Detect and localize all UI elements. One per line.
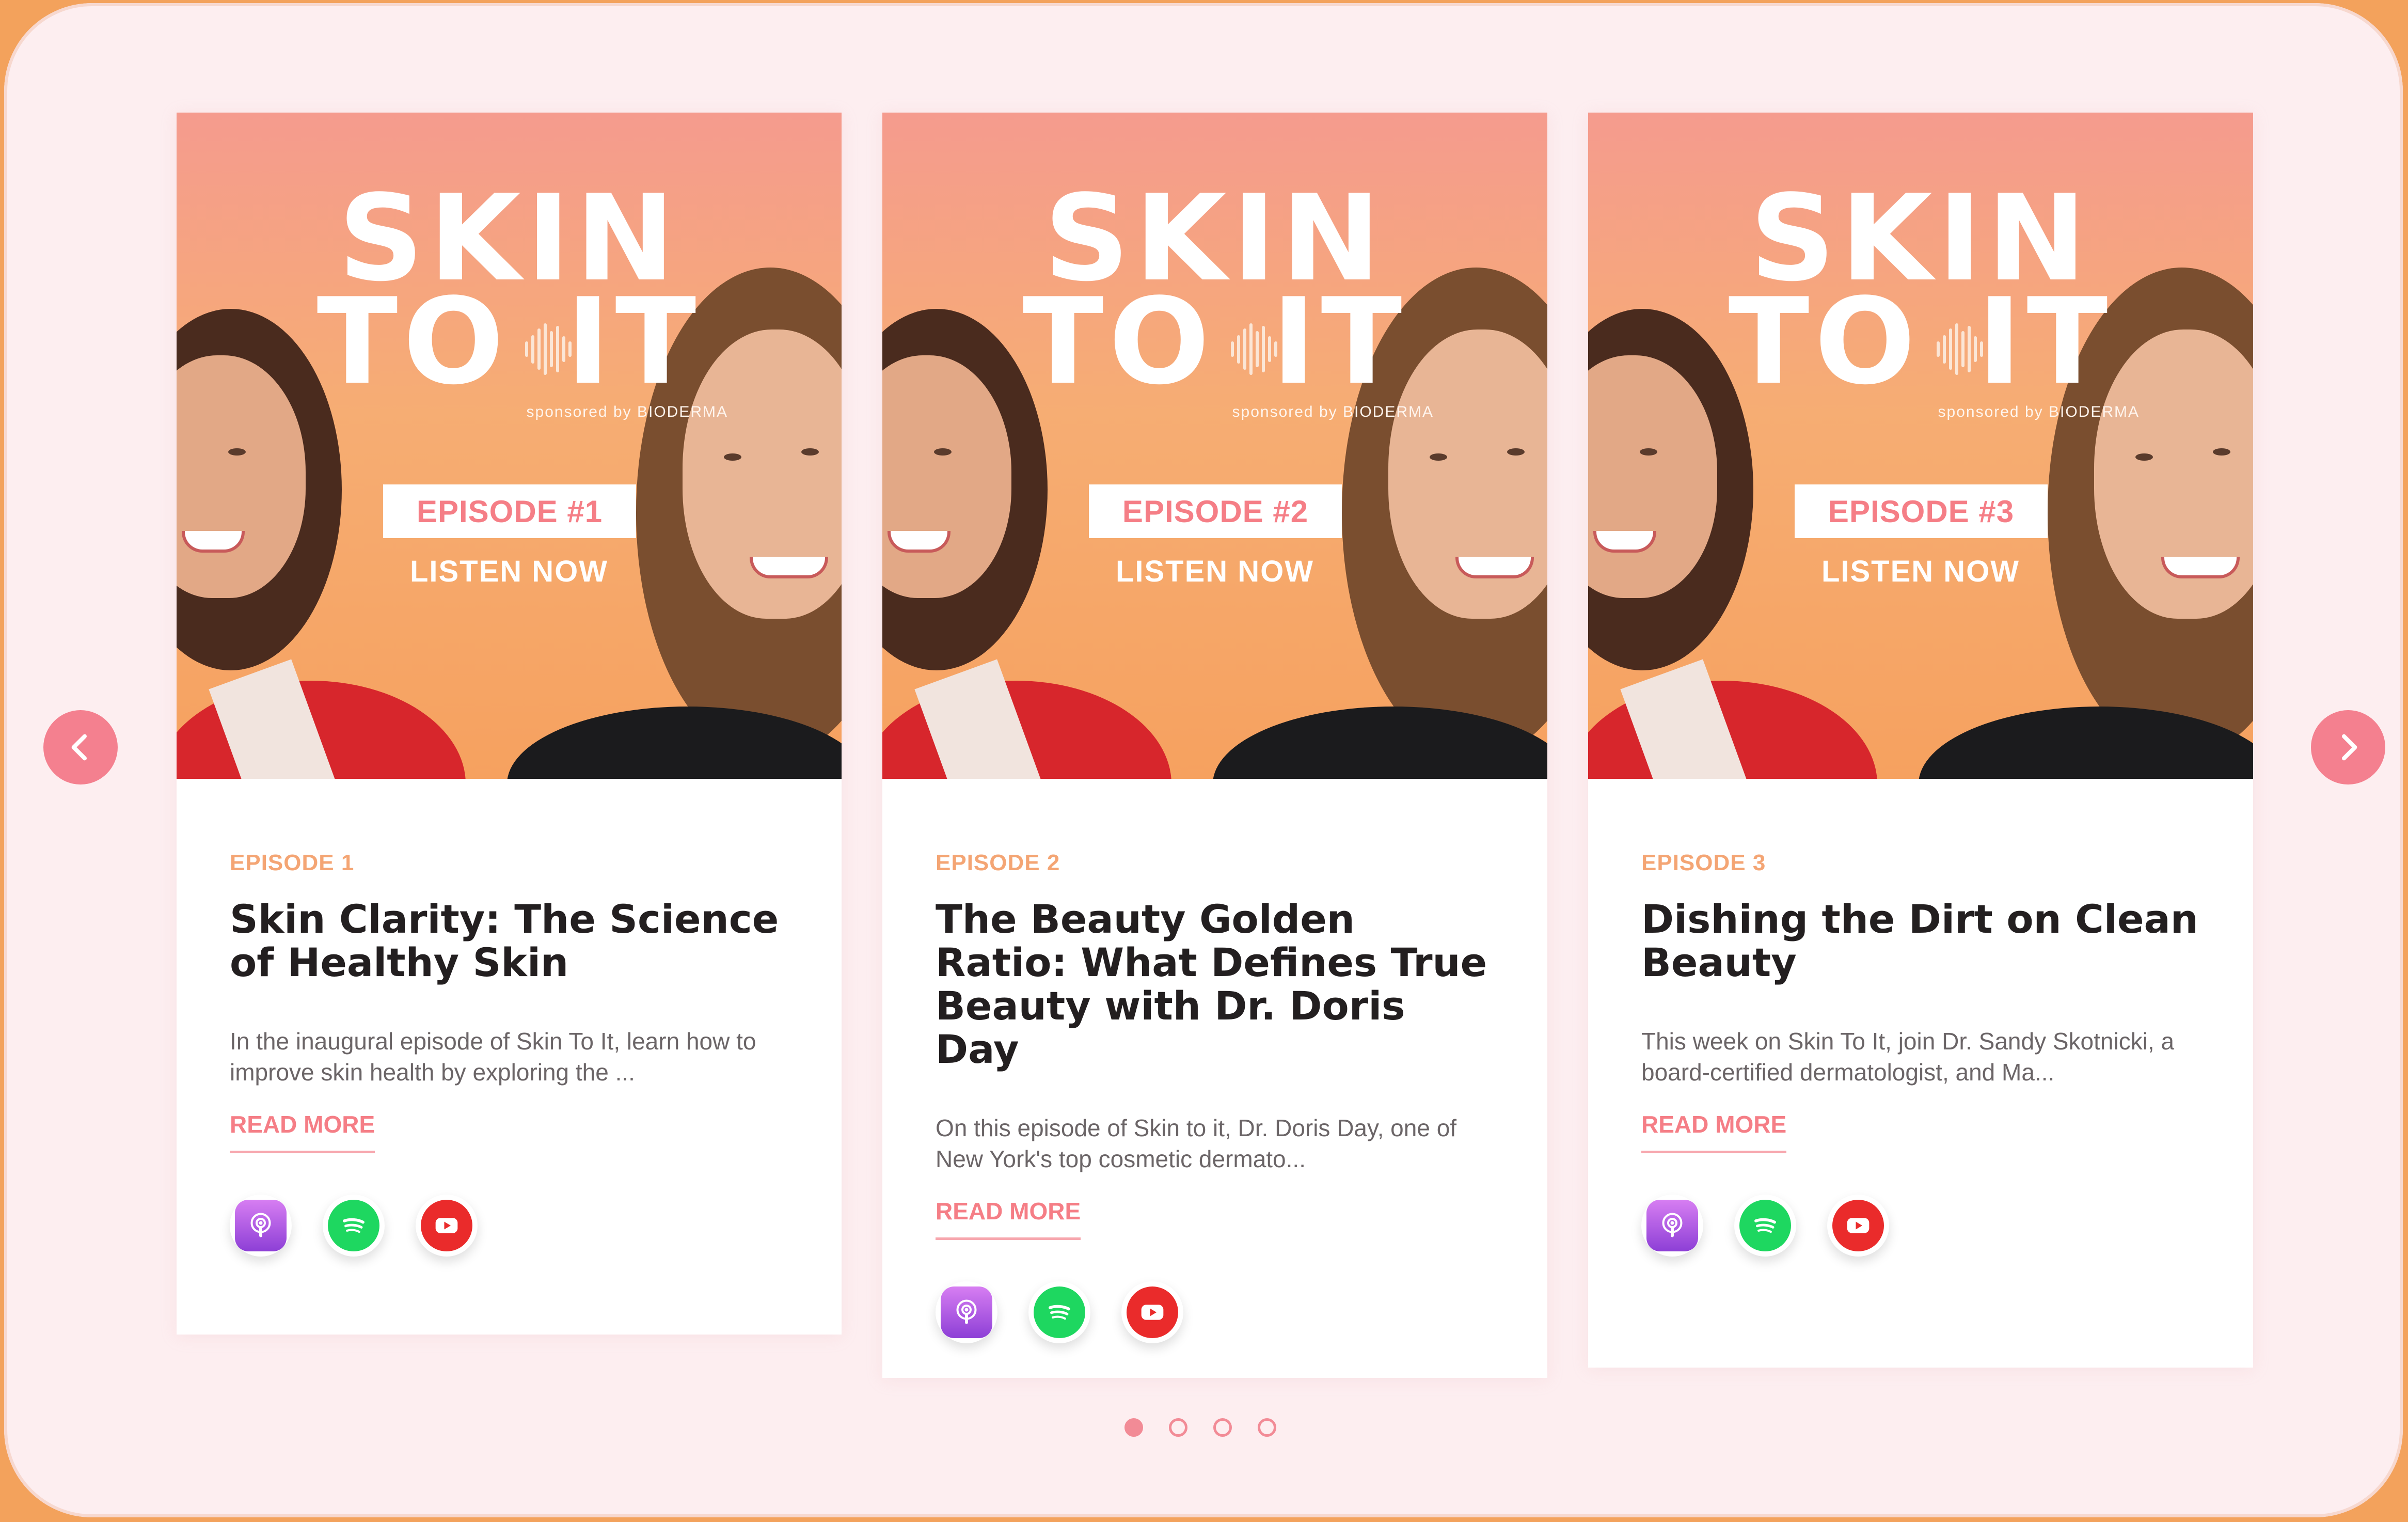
carousel-next-button[interactable]: [2311, 710, 2385, 784]
podcast-title-skin: SKIN: [1750, 170, 2092, 308]
platform-links: [1641, 1195, 2201, 1257]
episode-title[interactable]: Skin Clarity: The Science of Healthy Ski…: [230, 898, 790, 984]
apple-podcasts-icon: [250, 1213, 271, 1237]
apple-podcasts-icon: [956, 1299, 977, 1324]
spotify-icon: [343, 1218, 365, 1233]
youtube-icon: [1141, 1305, 1164, 1320]
spotify-button[interactable]: [323, 1195, 385, 1257]
episode-card[interactable]: SKIN TO IT sponsored by BIODERMA EPISODE …: [1588, 113, 2253, 1368]
chevron-right-icon: [2342, 734, 2357, 761]
spotify-button[interactable]: [1734, 1195, 1796, 1257]
listen-now-label: LISTEN NOW: [409, 555, 609, 588]
podcast-title-skin: SKIN: [1044, 170, 1386, 308]
podcast-title-to-it: TO IT: [316, 273, 702, 411]
episode-cover-image[interactable]: SKIN TO IT sponsored by BIODERMA EPISODE …: [882, 113, 1547, 779]
youtube-icon: [435, 1218, 458, 1233]
read-more-link[interactable]: READ MORE: [936, 1197, 1081, 1240]
episode-title[interactable]: Dishing the Dirt on Clean Beauty: [1641, 898, 2201, 984]
platform-links: [230, 1195, 790, 1257]
spotify-icon: [1049, 1305, 1070, 1320]
spotify-icon: [1754, 1218, 1776, 1233]
pagination-dot-3[interactable]: [1213, 1418, 1232, 1437]
episode-number: EPISODE 1: [230, 850, 355, 875]
listen-now-label: LISTEN NOW: [1115, 555, 1314, 588]
read-more-link[interactable]: READ MORE: [1641, 1110, 1787, 1153]
episode-card[interactable]: SKIN TO IT sponsored by BIODERMA EPISODE …: [882, 113, 1547, 1378]
apple-podcasts-icon: [1662, 1213, 1683, 1237]
sponsor-text: sponsored by BIODERMA: [1938, 403, 2140, 420]
sponsor-text: sponsored by BIODERMA: [526, 403, 728, 420]
episode-description: On this episode of Skin to it, Dr. Doris…: [936, 1115, 1457, 1172]
episode-cover-image[interactable]: SKIN TO IT sponsored by BIODERMA EPISODE …: [177, 113, 842, 779]
carousel-prev-button[interactable]: [43, 710, 118, 784]
sponsor-text: sponsored by BIODERMA: [1232, 403, 1434, 420]
episode-badge: EPISODE #1: [383, 484, 636, 538]
podcast-title-to-it: TO IT: [1022, 273, 1407, 411]
youtube-button[interactable]: [1827, 1195, 1889, 1257]
soundwave-icon: [1937, 323, 1983, 375]
episode-number: EPISODE 3: [1641, 850, 1766, 875]
episode-title[interactable]: The Beauty Golden Ratio: What Defines Tr…: [936, 898, 1496, 1071]
youtube-button[interactable]: [416, 1195, 478, 1257]
podcast-title-skin: SKIN: [338, 170, 680, 308]
read-more-link[interactable]: READ MORE: [230, 1110, 375, 1153]
pagination-dot-4[interactable]: [1258, 1418, 1276, 1437]
pagination-dot-1[interactable]: [1124, 1418, 1143, 1437]
episode-card[interactable]: SKIN TO IT sponsored by BIODERMA EPISODE …: [177, 113, 842, 1335]
episode-cover-image[interactable]: SKIN TO IT sponsored by BIODERMA EPISODE …: [1588, 113, 2253, 779]
episode-badge: EPISODE #3: [1795, 484, 2048, 538]
chevron-left-icon: [71, 734, 87, 761]
youtube-button[interactable]: [1121, 1281, 1183, 1343]
apple-podcasts-button[interactable]: [230, 1195, 292, 1257]
soundwave-icon: [525, 323, 572, 375]
apple-podcasts-button[interactable]: [936, 1281, 997, 1343]
episode-description: This week on Skin To It, join Dr. Sandy …: [1641, 1028, 2175, 1086]
episode-description: In the inaugural episode of Skin To It, …: [230, 1028, 756, 1086]
podcast-title-to-it: TO IT: [1728, 273, 2113, 411]
listen-now-label: LISTEN NOW: [1821, 555, 2020, 588]
episode-number: EPISODE 2: [936, 850, 1060, 875]
platform-links: [936, 1281, 1496, 1343]
episode-badge: EPISODE #2: [1089, 484, 1342, 538]
carousel-pagination: [1124, 1418, 1276, 1437]
apple-podcasts-button[interactable]: [1641, 1195, 1703, 1257]
spotify-button[interactable]: [1028, 1281, 1090, 1343]
pagination-dot-2[interactable]: [1169, 1418, 1187, 1437]
youtube-icon: [1847, 1218, 1870, 1233]
soundwave-icon: [1231, 323, 1277, 375]
